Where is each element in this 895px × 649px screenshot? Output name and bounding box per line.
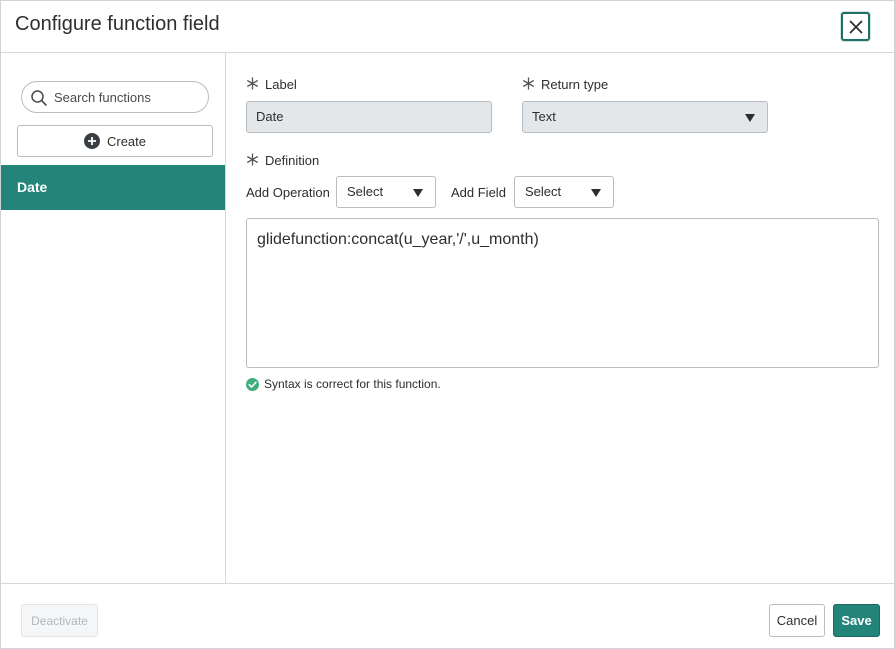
label-field-title: Label: [246, 77, 297, 92]
required-asterisk-icon: [522, 77, 535, 90]
save-button[interactable]: Save: [833, 604, 880, 637]
return-type-value: Text: [532, 109, 556, 124]
add-field-select[interactable]: Select: [514, 176, 614, 208]
configure-function-dialog: Configure function field Create Date: [0, 0, 895, 649]
dialog-footer: Deactivate Cancel Save: [1, 583, 894, 649]
dialog-header: Configure function field: [1, 1, 894, 53]
return-type-title-text: Return type: [541, 77, 609, 92]
definition-field-title: Definition: [246, 153, 319, 168]
add-operation-value: Select: [347, 184, 384, 199]
syntax-status-text: Syntax is correct for this function.: [264, 377, 441, 391]
function-form: Label Date Return type Text Definition A…: [227, 53, 894, 583]
required-asterisk-icon: [246, 77, 259, 90]
create-button-label: Create: [106, 133, 147, 149]
search-box: [21, 81, 209, 113]
return-type-select[interactable]: Text: [522, 101, 768, 133]
add-operation-label: Add Operation: [246, 185, 330, 200]
dialog-title: Configure function field: [15, 13, 220, 35]
chevron-down-icon: [413, 189, 423, 197]
close-button[interactable]: [841, 12, 870, 41]
deactivate-button[interactable]: Deactivate: [21, 604, 98, 637]
definition-title-text: Definition: [265, 153, 320, 168]
label-title-text: Label: [265, 77, 297, 92]
create-function-button[interactable]: Create: [17, 125, 213, 157]
search-functions-input[interactable]: [54, 87, 204, 107]
chevron-down-icon: [591, 189, 601, 197]
sidebar-item-date[interactable]: Date: [1, 165, 225, 210]
definition-editor[interactable]: glidefunction:concat(u_year,'/',u_month): [246, 218, 879, 368]
search-icon: [31, 90, 47, 106]
cancel-button[interactable]: Cancel: [769, 604, 825, 637]
add-circle-icon: [83, 133, 100, 149]
chevron-down-icon: [745, 114, 755, 122]
syntax-status: Syntax is correct for this function.: [246, 377, 441, 391]
required-asterisk-icon: [246, 153, 259, 166]
return-type-field-title: Return type: [522, 77, 608, 92]
close-icon: [849, 20, 862, 33]
add-field-label: Add Field: [451, 185, 506, 200]
functions-sidebar: Create Date: [1, 53, 226, 583]
check-circle-icon: [246, 377, 259, 391]
label-input[interactable]: Date: [246, 101, 492, 133]
add-field-value: Select: [525, 184, 562, 199]
add-operation-select[interactable]: Select: [336, 176, 436, 208]
